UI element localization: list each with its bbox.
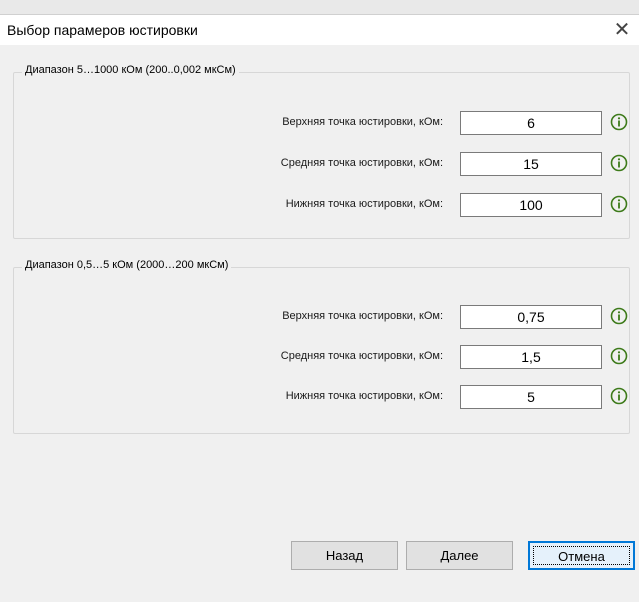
lower-point-row-2: Нижняя точка юстировки, кОм: xyxy=(14,385,629,409)
middle-point-input[interactable] xyxy=(460,345,602,369)
lower-point-label: Нижняя точка юстировки, кОм: xyxy=(285,198,443,210)
middle-point-input[interactable] xyxy=(460,152,602,176)
info-icon[interactable] xyxy=(610,387,628,405)
middle-point-label: Средняя точка юстировки, кОм: xyxy=(280,350,443,362)
middle-point-label: Средняя точка юстировки, кОм: xyxy=(280,157,443,169)
range-group-2: Диапазон 0,5…5 кОм (2000…200 мкСм) Верхн… xyxy=(13,259,630,434)
upper-point-label: Верхняя точка юстировки, кОм: xyxy=(282,116,443,128)
close-icon[interactable]: ✕ xyxy=(609,17,635,43)
dialog-title: Выбор парамеров юстировки xyxy=(7,22,198,38)
back-button[interactable]: Назад xyxy=(291,541,398,570)
info-icon[interactable] xyxy=(610,347,628,365)
lower-point-input[interactable] xyxy=(460,193,602,217)
range-group-2-title: Диапазон 0,5…5 кОм (2000…200 мкСм) xyxy=(22,259,232,271)
middle-point-row-2: Средняя точка юстировки, кОм: xyxy=(14,345,629,369)
upper-point-row-1: Верхняя точка юстировки, кОм: xyxy=(14,111,629,135)
info-icon[interactable] xyxy=(610,113,628,131)
upper-point-input[interactable] xyxy=(460,305,602,329)
range-group-1-title: Диапазон 5…1000 кОм (200..0,002 мкСм) xyxy=(22,64,239,76)
upper-point-input[interactable] xyxy=(460,111,602,135)
lower-point-input[interactable] xyxy=(460,385,602,409)
info-icon[interactable] xyxy=(610,307,628,325)
dialog-window: Выбор парамеров юстировки ✕ Диапазон 5…1… xyxy=(0,14,639,602)
lower-point-row-1: Нижняя точка юстировки, кОм: xyxy=(14,193,629,217)
upper-point-label: Верхняя точка юстировки, кОм: xyxy=(282,310,443,322)
middle-point-row-1: Средняя точка юстировки, кОм: xyxy=(14,152,629,176)
next-button[interactable]: Далее xyxy=(406,541,513,570)
info-icon[interactable] xyxy=(610,195,628,213)
lower-point-label: Нижняя точка юстировки, кОм: xyxy=(285,390,443,402)
upper-point-row-2: Верхняя точка юстировки, кОм: xyxy=(14,305,629,329)
info-icon[interactable] xyxy=(610,154,628,172)
cancel-button[interactable]: Отмена xyxy=(528,541,635,570)
cancel-button-label: Отмена xyxy=(558,549,605,564)
title-bar: Выбор парамеров юстировки ✕ xyxy=(0,15,639,45)
range-group-1: Диапазон 5…1000 кОм (200..0,002 мкСм) Ве… xyxy=(13,64,630,239)
